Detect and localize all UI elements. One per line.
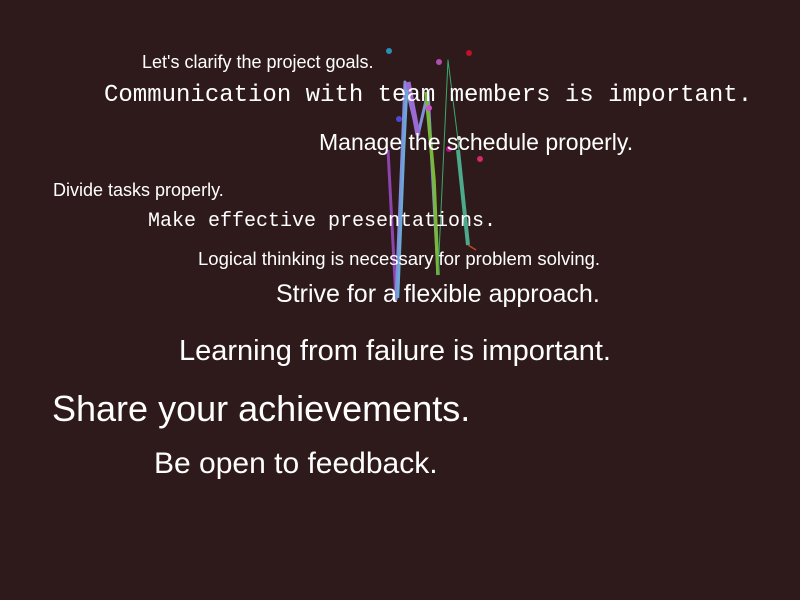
- phrase-divide-tasks: Divide tasks properly.: [53, 180, 224, 200]
- phrase-logical-thinking: Logical thinking is necessary for proble…: [198, 248, 601, 269]
- phrase-presentations: Make effective presentations.: [148, 210, 497, 233]
- phrase-communication: Communication with team members is impor…: [104, 82, 753, 109]
- phrase-flexible-approach: Strive for a flexible approach.: [276, 280, 600, 308]
- scribble-dot-4: [396, 116, 402, 122]
- scribble-dot-8: [477, 156, 483, 162]
- scribble-dot-2: [466, 50, 472, 56]
- phrase-open-to-feedback: Be open to feedback.: [154, 447, 438, 480]
- phrase-project-goals: Let's clarify the project goals.: [142, 52, 374, 72]
- phrase-learning-from-failure: Learning from failure is important.: [179, 335, 611, 367]
- phrase-share-achievements: Share your achievements.: [52, 388, 471, 429]
- scribble-dot-1: [386, 48, 392, 54]
- phrase-schedule: Manage the schedule properly.: [319, 129, 634, 155]
- scribble-dot-3: [436, 59, 442, 65]
